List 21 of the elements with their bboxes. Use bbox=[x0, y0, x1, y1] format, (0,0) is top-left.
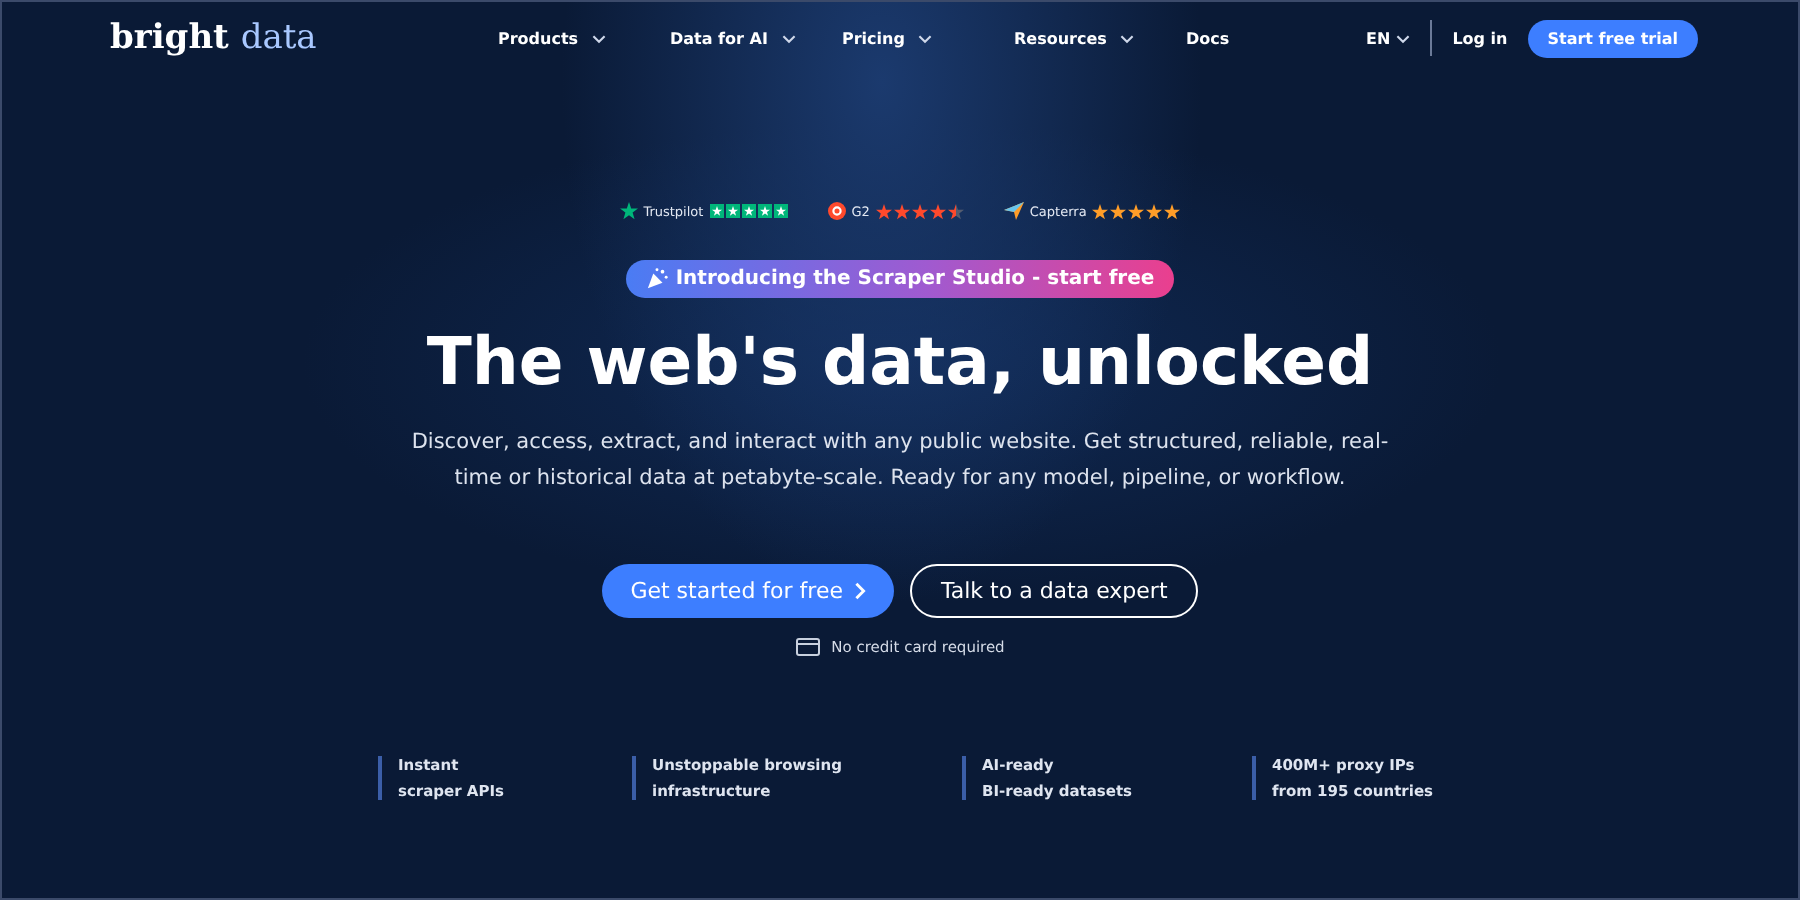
description: Discover, access, extract, and interact with any public website. Get structured, reliable, real-time or historical data at petabyte-scale. Ready for any model, pipeline, or workflow. bbox=[409, 428, 1391, 494]
headline: The web's data, unlocked bbox=[426, 322, 1374, 400]
arrow-logo-icon bbox=[1003, 202, 1024, 220]
star-icon bbox=[619, 202, 638, 220]
nav-link[interactable]: Data for AI bbox=[670, 29, 842, 47]
chevron-right-icon bbox=[854, 582, 867, 600]
nav-link[interactable]: Products bbox=[498, 29, 670, 47]
credit-card-icon bbox=[795, 638, 820, 656]
party-popper-icon bbox=[645, 268, 668, 290]
chevron-down-icon bbox=[1396, 33, 1411, 43]
language-selector[interactable]: EN bbox=[1366, 29, 1411, 47]
nav-link[interactable]: Pricing bbox=[842, 29, 1014, 47]
talk-to-expert-button[interactable]: Talk to a data expert bbox=[910, 564, 1198, 618]
get-started-button[interactable]: Get started for free bbox=[602, 564, 895, 618]
logo[interactable]: bright data bbox=[110, 18, 450, 58]
login-link[interactable]: Log in bbox=[1452, 29, 1508, 47]
announcement-banner[interactable]: Introducing the Scraper Studio - start free bbox=[625, 260, 1175, 298]
nav-link[interactable]: Resources bbox=[1014, 29, 1186, 47]
g2-logo-icon bbox=[827, 202, 846, 220]
start-trial-button[interactable]: Start free trial bbox=[1527, 19, 1698, 57]
nav-link[interactable]: Docs bbox=[1186, 29, 1358, 47]
